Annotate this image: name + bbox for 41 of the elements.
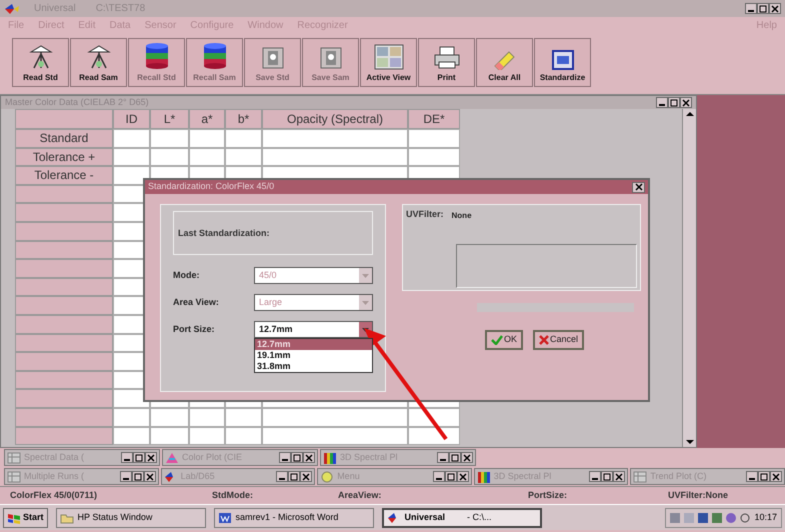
toolbar-button[interactable]: Read Sam <box>70 38 127 87</box>
start-button[interactable]: Start <box>3 508 48 528</box>
taskbar-button[interactable]: samrev1 - Microsoft Word <box>214 508 374 528</box>
field-label: Port Size: <box>173 322 216 336</box>
column-header: ID <box>113 109 150 129</box>
column-header: Opacity (Spectral) <box>262 109 408 129</box>
dropdown-option[interactable]: 31.8mm <box>255 361 372 372</box>
toolbar-button[interactable]: Standardize <box>534 38 591 87</box>
dropdown-option[interactable]: 19.1mm <box>255 350 372 361</box>
dropdown-option[interactable]: 12.7mm <box>255 339 372 350</box>
status-text: StdMode: <box>211 488 254 502</box>
field-value: 45/0 <box>259 268 278 282</box>
toolbar-button[interactable]: Clear All <box>476 38 533 87</box>
row-header: Tolerance - <box>15 166 113 185</box>
taskbar-button[interactable]: Universal - C:\... <box>382 508 542 528</box>
status-text: UVFilter:None <box>667 488 730 502</box>
dialog-title: Standardization: ColorFlex 45/0 <box>148 180 274 194</box>
field-label: Area View: <box>173 296 220 309</box>
taskbar-button[interactable]: HP Status Window <box>56 508 206 528</box>
dropdown-field[interactable]: 12.7mm <box>254 321 373 338</box>
toolbar-button[interactable]: Read Std <box>12 38 69 87</box>
last-standardization-label: Last Standardization: <box>178 228 270 238</box>
clock: 10:17 <box>754 510 777 524</box>
toolbar-button[interactable]: Active View <box>360 38 417 87</box>
status-text: ColorFlex 45/0(0711) <box>9 488 98 502</box>
field-value: Large <box>259 296 284 309</box>
column-header: a* <box>189 109 225 129</box>
row-header: Standard <box>15 129 113 148</box>
column-header: b* <box>225 109 262 129</box>
status-text: PortSize: <box>527 488 568 502</box>
field-value: 12.7mm <box>259 322 294 336</box>
status-text: AreaView: <box>337 488 382 502</box>
uv-filter-value: None <box>452 210 472 222</box>
row-header: Tolerance + <box>15 148 113 166</box>
column-header: L* <box>150 109 189 129</box>
column-header: DE* <box>408 109 460 129</box>
uv-filter-label: UVFilter: <box>406 208 444 221</box>
toolbar-button[interactable]: Print <box>418 38 475 87</box>
cancel-button[interactable]: Cancel <box>533 330 584 350</box>
field-label: Mode: <box>173 268 200 282</box>
ok-button[interactable]: OK <box>485 330 524 350</box>
